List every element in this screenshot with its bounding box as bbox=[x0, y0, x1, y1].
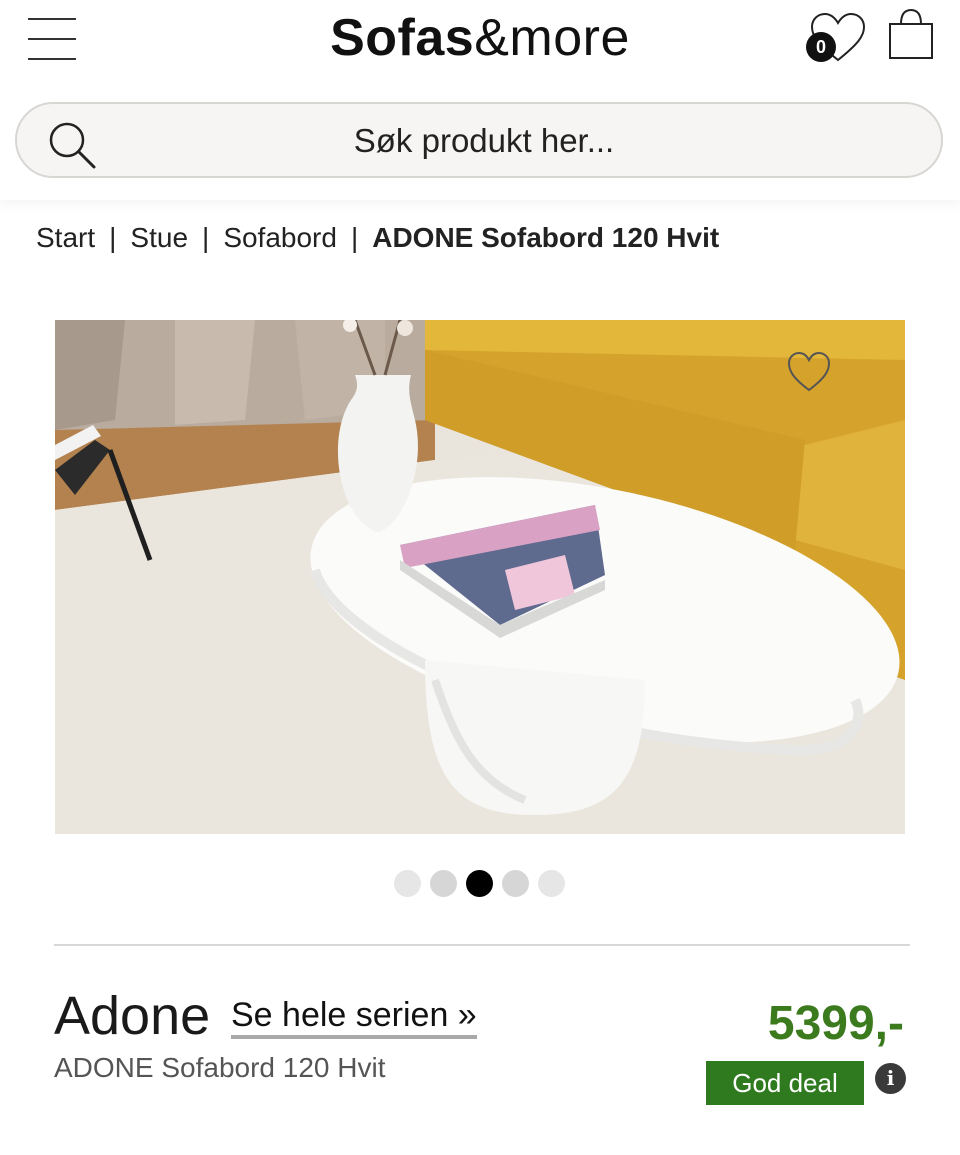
divider bbox=[54, 944, 910, 946]
search-icon[interactable] bbox=[47, 120, 97, 170]
favorite-heart-icon[interactable] bbox=[785, 348, 833, 396]
breadcrumb-separator: | bbox=[109, 222, 117, 253]
search-bar[interactable] bbox=[15, 102, 943, 178]
wishlist-count-badge: 0 bbox=[806, 32, 836, 62]
breadcrumb-current: ADONE Sofabord 120 Hvit bbox=[372, 222, 720, 253]
breadcrumb-separator: | bbox=[350, 222, 359, 253]
breadcrumb: Start | Stue | Sofabord | ADONE Sofabord 120 H… bbox=[36, 222, 719, 254]
product-name: ADONE Sofabord 120 Hvit bbox=[54, 1052, 386, 1083]
product-image bbox=[55, 320, 905, 834]
logo-text-secondary: &more bbox=[474, 9, 630, 67]
logo-text-primary: Sofas bbox=[330, 9, 475, 67]
gallery-dot[interactable] bbox=[394, 870, 421, 897]
see-series-link[interactable]: Se hele serien » bbox=[231, 996, 477, 1039]
product-brand: Adone bbox=[54, 986, 211, 1046]
deal-badge: God deal bbox=[706, 1061, 864, 1105]
wishlist-button[interactable]: 0 bbox=[806, 10, 870, 66]
product-image-gallery[interactable] bbox=[55, 320, 905, 834]
breadcrumb-sofabord[interactable]: Sofabord bbox=[223, 222, 337, 253]
gallery-dot[interactable] bbox=[538, 870, 565, 897]
gallery-dot[interactable] bbox=[502, 870, 529, 897]
gallery-dot-active[interactable] bbox=[466, 870, 493, 897]
shopping-bag-icon bbox=[889, 8, 933, 59]
gallery-dot[interactable] bbox=[430, 870, 457, 897]
breadcrumb-start[interactable]: Start bbox=[36, 222, 95, 253]
breadcrumb-stue[interactable]: Stue bbox=[130, 222, 188, 253]
cart-button[interactable] bbox=[886, 6, 936, 62]
product-price: 5399,- bbox=[767, 997, 904, 1050]
breadcrumb-separator: | bbox=[202, 222, 210, 253]
info-icon[interactable]: i bbox=[875, 1063, 906, 1094]
search-input[interactable] bbox=[117, 104, 851, 178]
site-header: Sofas&more 0 bbox=[0, 0, 960, 200]
gallery-pagination bbox=[394, 870, 565, 898]
